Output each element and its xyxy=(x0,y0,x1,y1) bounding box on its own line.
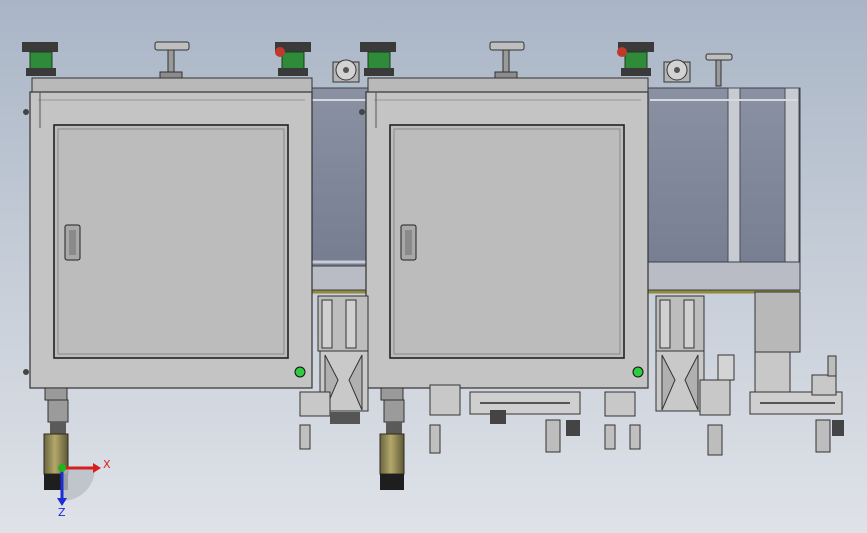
top-foot-2 xyxy=(275,42,311,76)
back-frame-left xyxy=(309,87,371,294)
cabinet-right[interactable] xyxy=(359,77,649,401)
mechanism-center xyxy=(429,384,581,454)
x-axis-label: X xyxy=(103,458,111,471)
caster-wheel-1 xyxy=(332,59,360,83)
mechanism-right-b xyxy=(699,351,844,456)
cad-viewport[interactable]: X Z xyxy=(0,0,867,533)
cabinet-left[interactable] xyxy=(23,77,313,401)
top-foot-4 xyxy=(617,42,654,76)
z-axis-label: Z xyxy=(58,506,66,519)
leveling-foot-1 xyxy=(154,41,190,79)
leveling-foot-3 xyxy=(705,53,733,87)
coordinate-triad: X Z xyxy=(57,458,111,519)
leveling-foot-2 xyxy=(489,41,525,79)
caster-wheel-2 xyxy=(663,59,691,83)
top-foot-3 xyxy=(360,42,396,76)
y-axis-dot xyxy=(58,464,66,472)
top-foot-1 xyxy=(22,42,58,76)
cylinder-right xyxy=(379,399,405,490)
